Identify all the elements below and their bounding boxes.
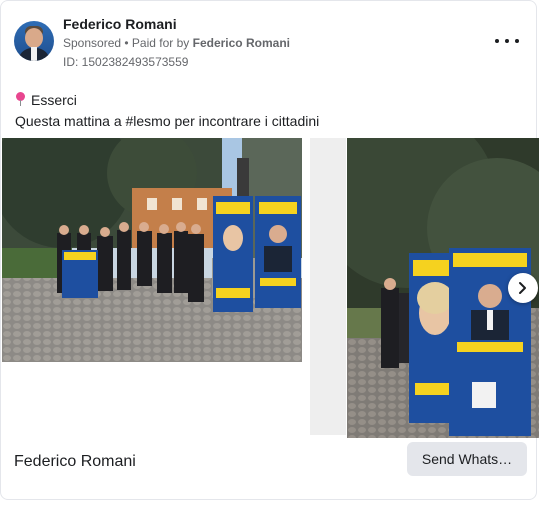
sponsored-label: Sponsored bbox=[63, 36, 122, 50]
paid-for-name: Federico Romani bbox=[192, 36, 290, 50]
separator-dot: • bbox=[121, 36, 132, 50]
ad-text-line-2: Questa mattina a #lesmo per incontrare i… bbox=[15, 113, 320, 129]
advertiser-name[interactable]: Federico Romani bbox=[63, 16, 177, 32]
chevron-right-icon bbox=[519, 282, 526, 294]
carousel-image-1[interactable] bbox=[2, 138, 302, 362]
paid-for-prefix: Paid for by bbox=[131, 36, 193, 50]
carousel-next-button[interactable] bbox=[508, 273, 538, 303]
send-whatsapp-button[interactable]: Send Whats… bbox=[407, 442, 527, 476]
footer-page-name[interactable]: Federico Romani bbox=[14, 453, 136, 471]
ad-id: ID: 1502382493573559 bbox=[63, 55, 189, 69]
ad-text-line-1: Esserci bbox=[15, 92, 77, 108]
ad-card: Federico Romani Sponsored • Paid for by … bbox=[0, 0, 539, 500]
carousel-gap bbox=[310, 138, 346, 435]
ad-text-headline: Esserci bbox=[31, 92, 77, 108]
sponsored-line: Sponsored • Paid for by Federico Romani bbox=[63, 36, 290, 50]
more-horizontal-icon[interactable] bbox=[495, 31, 519, 51]
advertiser-avatar[interactable] bbox=[14, 21, 54, 61]
pushpin-icon bbox=[15, 92, 27, 106]
